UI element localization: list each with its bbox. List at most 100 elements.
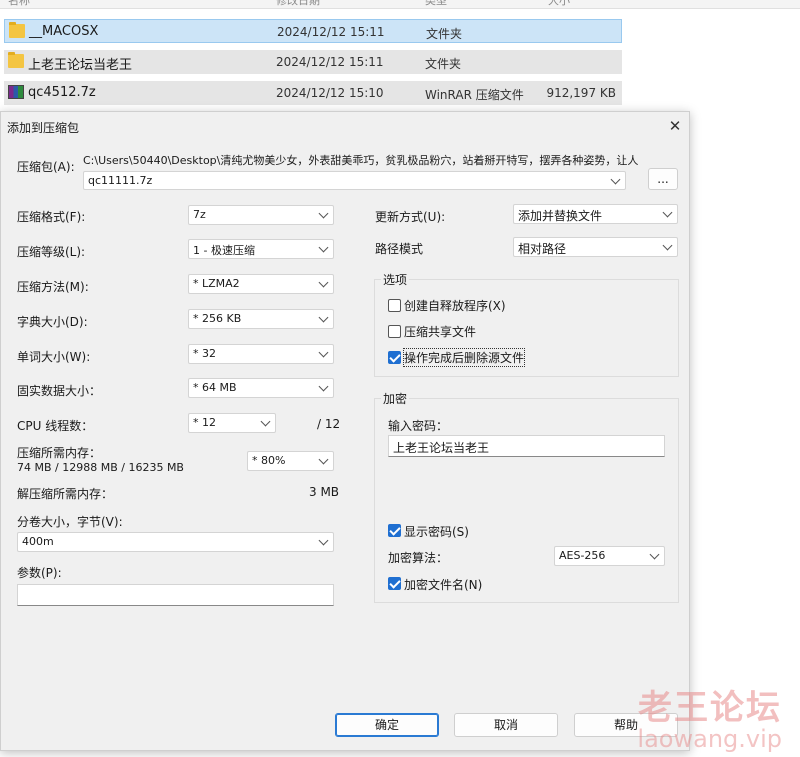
file-name: qc4512.7z [28,85,96,100]
chevron-down-icon [318,381,329,392]
chevron-down-icon [318,312,329,323]
close-icon[interactable]: ✕ [664,115,686,137]
sfx-checkbox[interactable] [388,299,401,312]
col-name[interactable]: 名称 [8,0,30,8]
method-select[interactable]: * LZMA2 [188,274,334,294]
ok-button[interactable]: 确定 [335,713,439,737]
cpu-max: / 12 [317,417,341,431]
archive-name-value: qc11111.7z [88,174,153,187]
chevron-down-icon [318,535,329,546]
cpu-label: CPU 线程数： [17,419,94,433]
file-row-macosx[interactable]: __MACOSX 2024/12/12 15:11 文件夹 [4,19,622,43]
mem-select[interactable]: * 80% [247,451,334,471]
col-size[interactable]: 大小 [548,0,570,8]
options-group: 选项 创建自释放程序(X) 压缩共享文件 操作完成后删除源文件 [374,271,679,377]
watermark-url: laowang.vip [637,725,782,753]
column-header: 名称 修改日期 类型 大小 [0,0,800,9]
file-date: 2024/12/12 15:11 [277,25,385,39]
file-row-folder[interactable]: 上老王论坛当老王 2024/12/12 15:11 文件夹 [4,50,622,74]
dict-select[interactable]: * 256 KB [188,309,334,329]
password-value: 上老王论坛当老王 [393,441,490,455]
chevron-down-icon [318,208,329,219]
password-label: 输入密码： [388,419,449,433]
show-password-checkbox[interactable] [388,524,401,537]
mem-detail: 74 MB / 12988 MB / 16235 MB [17,461,184,474]
options-title: 选项 [381,271,410,288]
mem-value: * 80% [252,454,286,467]
browse-button[interactable]: ... [648,168,678,190]
format-label: 压缩格式(F): [17,210,86,224]
chevron-down-icon [662,207,673,218]
word-value: * 32 [193,347,216,360]
chevron-down-icon [662,240,673,251]
word-select[interactable]: * 32 [188,344,334,364]
decomp-value: 3 MB [309,485,340,499]
file-name: 上老王论坛当老王 [28,58,133,73]
enc-method-select[interactable]: AES-256 [554,546,665,566]
folder-icon [8,52,24,68]
solid-label: 固实数据大小： [17,384,102,398]
pathmode-value: 相对路径 [518,242,567,256]
col-type[interactable]: 类型 [425,0,447,8]
solid-select[interactable]: * 64 MB [188,378,334,398]
enc-method-value: AES-256 [559,549,606,562]
dict-label: 字典大小(D): [17,315,88,329]
archive-name-combo[interactable]: qc11111.7z [83,171,626,190]
format-value: 7z [193,208,206,221]
word-label: 单词大小(W): [17,350,91,364]
split-value: 400m [22,535,54,548]
chevron-down-icon [260,416,271,427]
delete-source-label[interactable]: 操作完成后删除源文件 [402,348,526,367]
shared-files-checkbox[interactable] [388,325,401,338]
file-type: 文件夹 [425,57,462,71]
show-password-label[interactable]: 显示密码(S) [404,523,469,540]
chevron-down-icon [610,174,621,185]
delete-source-checkbox[interactable] [388,351,401,364]
file-row-archive[interactable]: qc4512.7z 2024/12/12 15:10 WinRAR 压缩文件 9… [4,81,622,105]
pathmode-label: 路径模式 [375,242,424,256]
enc-method-label: 加密算法： [388,551,449,565]
cpu-select[interactable]: * 12 [188,413,276,433]
chevron-down-icon [318,347,329,358]
params-input[interactable] [17,584,334,606]
winrar-archive-icon [8,85,24,99]
split-label: 分卷大小，字节(V): [17,515,123,529]
chevron-down-icon [318,242,329,253]
update-value: 添加并替换文件 [518,209,603,223]
password-input[interactable]: 上老王论坛当老王 [388,435,665,457]
update-label: 更新方式(U): [375,210,446,224]
archive-label: 压缩包(A): [17,160,75,174]
dict-value: * 256 KB [193,312,242,325]
level-select[interactable]: 1 - 极速压缩 [188,239,334,259]
sfx-label[interactable]: 创建自释放程序(X) [404,297,506,314]
file-date: 2024/12/12 15:10 [276,86,384,100]
params-label: 参数(P): [17,566,62,580]
shared-files-label[interactable]: 压缩共享文件 [404,323,476,340]
watermark-title: 老王论坛 [638,688,782,728]
format-select[interactable]: 7z [188,205,334,225]
cpu-value: * 12 [193,416,216,429]
solid-value: * 64 MB [193,381,237,394]
col-date[interactable]: 修改日期 [276,0,320,8]
pathmode-select[interactable]: 相对路径 [513,237,678,257]
encrypt-names-checkbox[interactable] [388,577,401,590]
encrypt-names-label[interactable]: 加密文件名(N) [404,576,482,593]
method-label: 压缩方法(M): [17,280,89,294]
watermark: 老王论坛 laowang.vip [637,680,782,753]
cancel-button[interactable]: 取消 [454,713,558,737]
decomp-label: 解压缩所需内存： [17,487,114,501]
update-select[interactable]: 添加并替换文件 [513,204,678,224]
file-type: 文件夹 [426,27,463,41]
add-to-archive-dialog: 添加到压缩包 ✕ 压缩包(A): C:\Users\50440\Desktop\… [0,111,690,751]
archive-path: C:\Users\50440\Desktop\清纯尤物美少女，外表甜美乖巧，贫乳… [83,154,639,167]
level-value: 1 - 极速压缩 [193,244,255,257]
folder-icon [9,22,25,38]
encryption-title: 加密 [381,390,410,407]
mem-label: 压缩所需内存： [17,446,102,460]
split-combo[interactable]: 400m [17,532,334,552]
file-type: WinRAR 压缩文件 [425,88,524,102]
file-date: 2024/12/12 15:11 [276,55,384,69]
file-name: __MACOSX [29,24,99,39]
level-label: 压缩等级(L): [17,245,86,259]
chevron-down-icon [318,454,329,465]
